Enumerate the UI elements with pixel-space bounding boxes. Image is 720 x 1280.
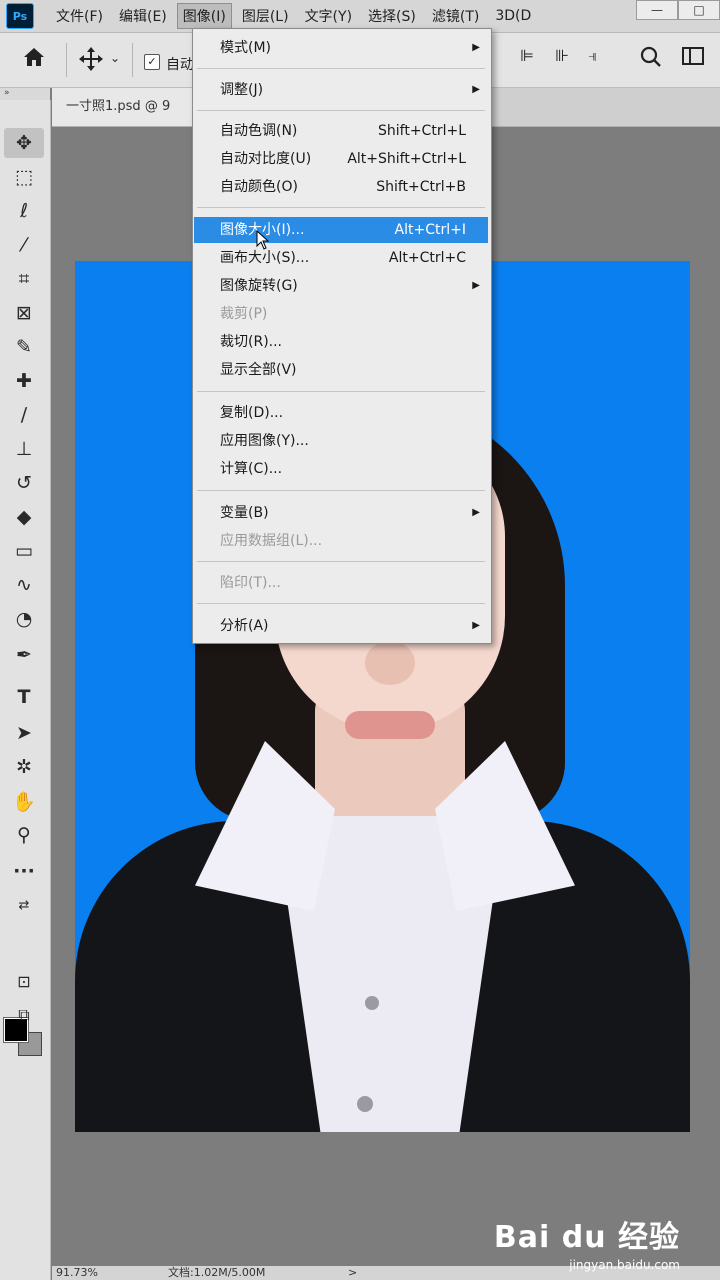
menu-item-auto-color[interactable]: 自动颜色(O) Shift+Ctrl+B — [194, 174, 488, 200]
search-icon[interactable] — [640, 46, 662, 73]
menu-file[interactable]: 文件(F) — [50, 3, 109, 29]
auto-select-checkbox[interactable]: ✓ — [144, 54, 160, 70]
menu-type[interactable]: 文字(Y) — [299, 3, 358, 29]
eyedropper-tool-icon[interactable]: ✎ — [4, 332, 44, 362]
watermark-url: jingyan.baidu.com — [569, 1258, 680, 1272]
menu-item-trim[interactable]: 裁切(R)... — [194, 329, 488, 355]
type-tool-icon[interactable]: T — [4, 682, 44, 712]
menu-item-image-rotation[interactable]: 图像旋转(G) ▶ — [194, 273, 488, 299]
submenu-arrow-icon: ▶ — [472, 507, 480, 518]
home-icon[interactable] — [22, 46, 46, 73]
submenu-arrow-icon: ▶ — [472, 620, 480, 631]
align-right-icon[interactable]: ⫣ — [588, 46, 598, 66]
menu-separator — [197, 561, 485, 562]
mouse-pointer-icon — [256, 230, 270, 250]
menu-separator — [197, 68, 485, 69]
history-brush-tool-icon[interactable]: ↺ — [4, 468, 44, 498]
crop-tool-icon[interactable]: ⌗ — [4, 264, 44, 294]
menu-edit[interactable]: 编辑(E) — [113, 3, 173, 29]
menu-item-image-size[interactable]: 图像大小(I)... Alt+Ctrl+I — [194, 217, 488, 243]
frame-tool-icon[interactable]: ⊠ — [4, 298, 44, 328]
swap-colors-icon[interactable]: ⇄ — [4, 890, 44, 920]
menu-item-variables[interactable]: 变量(B) ▶ — [194, 500, 488, 526]
menu-item-apply-data-set: 应用数据组(L)... — [220, 533, 323, 549]
tools-panel: ✥ ⬚ ℓ ⁄ ⌗ ⊠ ✎ ✚ ∕ ⊥ ↺ ◆ ▭ ∿ ◔ ✒ T ➤ ✲ ✋ … — [0, 100, 51, 1280]
menu-separator — [197, 603, 485, 604]
auto-select-label: 自动 — [166, 57, 194, 73]
status-arrow-icon[interactable]: > — [348, 1266, 357, 1280]
magic-wand-tool-icon[interactable]: ⁄ — [4, 230, 44, 260]
move-icon[interactable] — [78, 46, 104, 77]
gradient-tool-icon[interactable]: ▭ — [4, 536, 44, 566]
menu-image[interactable]: 图像(I) — [176, 3, 232, 29]
shirt-button — [365, 996, 379, 1010]
baidu-watermark: Bai du 经验 jingyan.baidu.com — [494, 1212, 680, 1272]
menu-item-duplicate[interactable]: 复制(D)... — [194, 400, 488, 426]
window-controls: — □ — [636, 0, 720, 22]
maximize-button[interactable]: □ — [678, 0, 720, 20]
document-info: 文档:1.02M/5.00M — [168, 1266, 266, 1279]
portrait-nose — [365, 641, 415, 685]
menu-item-canvas-size[interactable]: 画布大小(S)... Alt+Ctrl+C — [194, 245, 488, 271]
watermark-logo: Bai du 经验 — [493, 1220, 680, 1255]
more-tools-icon[interactable]: ··· — [4, 856, 44, 886]
menu-separator — [197, 490, 485, 491]
menu-item-apply-image[interactable]: 应用图像(Y)... — [194, 428, 488, 454]
zoom-tool-icon[interactable]: ⚲ — [4, 820, 44, 850]
menu-item-adjustments[interactable]: 调整(J) ▶ — [194, 77, 488, 103]
divider — [66, 43, 67, 77]
menu-layer[interactable]: 图层(L) — [236, 3, 295, 29]
stamp-tool-icon[interactable]: ⊥ — [4, 434, 44, 464]
zoom-level[interactable]: 91.73% — [56, 1266, 98, 1280]
menu-item-auto-contrast[interactable]: 自动对比度(U) Alt+Shift+Ctrl+L — [194, 146, 488, 172]
dodge-tool-icon[interactable]: ◔ — [4, 604, 44, 634]
hand-tool-icon[interactable]: ✋ — [4, 786, 44, 816]
submenu-arrow-icon: ▶ — [472, 84, 480, 95]
chevron-down-icon[interactable]: ⌄ — [110, 51, 120, 65]
workspace-icon[interactable] — [682, 46, 704, 71]
marquee-tool-icon[interactable]: ⬚ — [4, 162, 44, 192]
healing-tool-icon[interactable]: ✚ — [4, 366, 44, 396]
menu-select[interactable]: 选择(S) — [362, 3, 422, 29]
divider — [132, 43, 133, 77]
menu-item-analysis[interactable]: 分析(A) ▶ — [194, 613, 488, 639]
eraser-tool-icon[interactable]: ◆ — [4, 502, 44, 532]
brush-tool-icon[interactable]: ∕ — [4, 400, 44, 430]
quick-mask-icon[interactable]: ⊡ — [4, 966, 44, 996]
align-center-icon[interactable]: ⊪ — [555, 46, 569, 65]
submenu-arrow-icon: ▶ — [472, 280, 480, 291]
path-select-tool-icon[interactable]: ➤ — [4, 718, 44, 748]
minimize-button[interactable]: — — [636, 0, 678, 20]
menu-item-mode[interactable]: 模式(M) ▶ — [194, 35, 488, 61]
shape-tool-icon[interactable]: ✲ — [4, 752, 44, 782]
shirt-button — [357, 1096, 373, 1112]
menu-item-calculations[interactable]: 计算(C)... — [194, 456, 488, 482]
photoshop-logo: Ps — [6, 3, 34, 29]
screen-mode-icon[interactable]: ⧉ — [4, 1000, 44, 1030]
image-menu-dropdown: 模式(M) ▶ 调整(J) ▶ 自动色调(N) Shift+Ctrl+L 自动对比度(… — [192, 28, 492, 644]
menu-item-auto-tone[interactable]: 自动色调(N) Shift+Ctrl+L — [194, 118, 488, 144]
portrait-lips — [345, 711, 435, 739]
menu-item-crop: 裁剪(P) — [220, 306, 268, 322]
menu-separator — [197, 207, 485, 208]
menu-filter[interactable]: 滤镜(T) — [426, 3, 485, 29]
menu-separator — [197, 391, 485, 392]
align-left-icon[interactable]: ⊫ — [520, 46, 534, 65]
document-tab[interactable]: 一寸照1.psd @ 9 — [52, 88, 202, 126]
menu-3d[interactable]: 3D(D — [489, 5, 537, 27]
blur-tool-icon[interactable]: ∿ — [4, 570, 44, 600]
move-tool-icon[interactable]: ✥ — [4, 128, 44, 158]
lasso-tool-icon[interactable]: ℓ — [4, 196, 44, 226]
pen-tool-icon[interactable]: ✒ — [4, 640, 44, 670]
toolbar-collapse[interactable]: » — [0, 88, 50, 100]
menu-item-reveal-all[interactable]: 显示全部(V) — [194, 357, 488, 383]
submenu-arrow-icon: ▶ — [472, 42, 480, 53]
menu-item-trap: 陷印(T)... — [220, 575, 281, 591]
menu-separator — [197, 110, 485, 111]
